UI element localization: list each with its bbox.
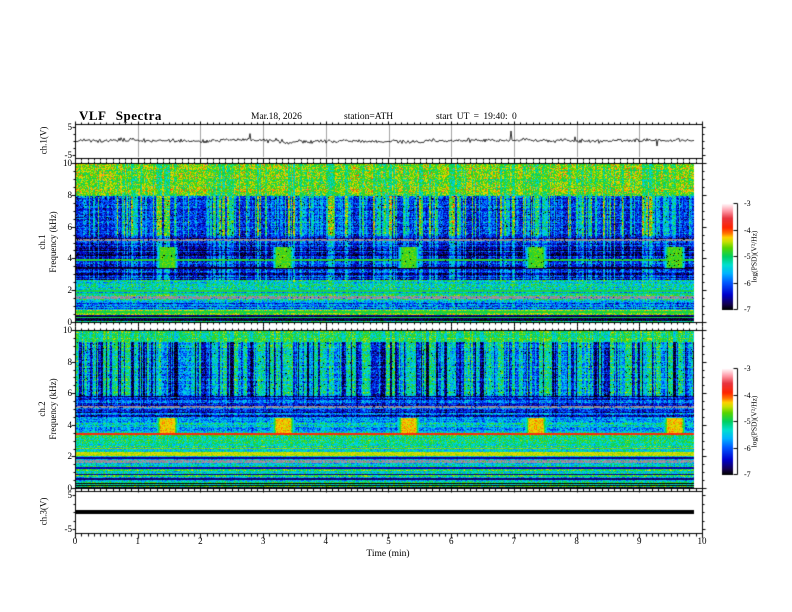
freq-tick-label: 8 — [67, 356, 73, 367]
time-tick-label: 6 — [448, 536, 454, 546]
page-title: VLF Spectra — [79, 108, 162, 123]
colorbar-tick-label: -6 — [744, 278, 751, 288]
time-tick-label: 9 — [637, 536, 642, 546]
header-date: Mar.18, 2026 — [251, 112, 302, 122]
header-station: station=ATH — [344, 112, 394, 122]
colorbar-tick-label: -3 — [744, 199, 751, 208]
freq-tick-label: 2 — [67, 285, 73, 296]
ch2-channel-label: ch.2 — [37, 401, 47, 417]
time-tick-label: 3 — [260, 536, 266, 546]
freq-tick-label: 6 — [67, 388, 73, 399]
volt-tick-label: 5 — [67, 490, 73, 500]
time-tick-label: 4 — [323, 536, 329, 546]
volt-tick-label: -5 — [64, 524, 73, 534]
freq-tick-label: 10 — [63, 325, 72, 335]
freq-tick-label: 6 — [67, 221, 73, 232]
ch1-frequency-axis-label: ch.1 Frequency (kHz) — [37, 182, 59, 302]
colorbar-tick-label: -7 — [744, 305, 751, 314]
freq-tick-label: 4 — [67, 253, 73, 264]
time-tick-label: 10 — [697, 536, 707, 546]
time-tick-label: 7 — [511, 536, 517, 546]
colorbar-tick-label: -7 — [744, 470, 751, 479]
time-tick-label: 5 — [386, 536, 391, 546]
vlf-spectra-figure: VLF Spectra Mar.18, 2026 station=ATH sta… — [0, 0, 792, 612]
ch1-channel-label: ch.1 — [37, 234, 47, 250]
time-tick-label: 8 — [574, 536, 579, 546]
time-tick-label: 1 — [135, 536, 140, 546]
volt-tick-label: -5 — [64, 150, 73, 160]
freq-tick-label: 4 — [67, 419, 73, 430]
freq-tick-label: 8 — [67, 189, 73, 200]
freq-tick-label: 2 — [67, 451, 73, 462]
colorbar-tick-label: -5 — [744, 252, 751, 261]
colorbar-tick-label: -4 — [744, 225, 751, 235]
time-tick-label: 0 — [72, 536, 78, 546]
colorbar-tick-label: -3 — [744, 364, 751, 373]
plot-canvas — [0, 0, 792, 612]
header-start-ut: start UT = 19:40: 0 — [436, 112, 517, 122]
volt-tick-label: 5 — [67, 122, 73, 132]
time-axis-label: Time (min) — [366, 549, 410, 559]
frequency-unit-label: Frequency (kHz) — [48, 211, 58, 273]
ch1-voltage-axis-label: ch.1(V) — [38, 126, 49, 155]
colorbar-tick-label: -6 — [744, 443, 751, 453]
colorbar-tick-label: -5 — [744, 417, 751, 426]
colorbar-tick-label: -4 — [744, 390, 751, 400]
ch3-voltage-axis-label: ch.3(V) — [38, 497, 49, 526]
time-tick-label: 2 — [198, 536, 203, 546]
